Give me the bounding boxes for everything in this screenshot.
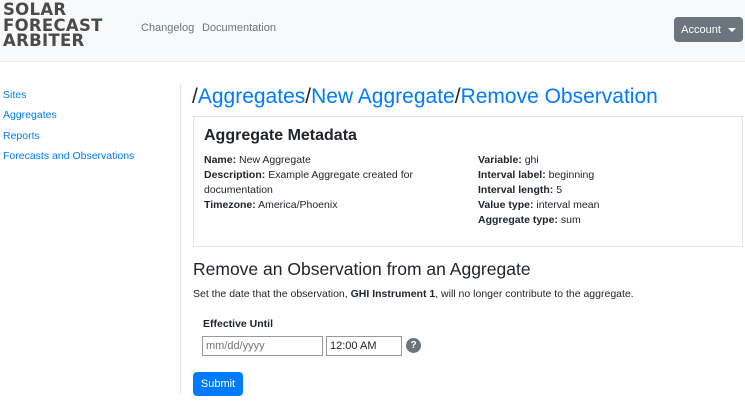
- metadata-value: interval mean: [536, 199, 600, 211]
- nav-link-changelog[interactable]: Changelog: [141, 22, 194, 34]
- account-dropdown-button[interactable]: Account: [674, 17, 743, 42]
- metadata-interval-length-row: Interval length: 5: [478, 183, 599, 198]
- metadata-value: sum: [560, 214, 581, 226]
- metadata-timezone-row: Timezone: America/Phoenix: [204, 198, 434, 213]
- description-text: , will no longer contribute to the aggre…: [435, 288, 634, 300]
- metadata-value: 5: [556, 184, 563, 196]
- breadcrumb-new-aggregate[interactable]: New Aggregate: [311, 85, 455, 108]
- metadata-title: Aggregate Metadata: [204, 127, 357, 144]
- metadata-value-type-row: Value type: interval mean: [478, 198, 599, 213]
- metadata-description-row: Description: Example Aggregate created f…: [204, 168, 434, 198]
- metadata-value: America/Phoenix: [258, 199, 338, 211]
- breadcrumb: /Aggregates/New Aggregate/Remove Observa…: [192, 85, 658, 109]
- effective-time-input[interactable]: [326, 336, 402, 356]
- metadata-label: Aggregate type:: [478, 214, 558, 226]
- metadata-value: beginning: [548, 169, 595, 181]
- caret-down-icon: [727, 28, 736, 32]
- metadata-label: Interval length:: [478, 184, 554, 196]
- metadata-label: Description:: [204, 169, 266, 181]
- metadata-label: Timezone:: [204, 199, 256, 211]
- brand-line-3: ARBITER: [3, 31, 85, 50]
- brand-logo[interactable]: SOLAR FORECAST ARBITER: [3, 2, 103, 49]
- metadata-value: New Aggregate: [239, 154, 311, 166]
- effective-date-input[interactable]: [202, 336, 323, 356]
- observation-name: GHI Instrument 1: [350, 288, 436, 300]
- metadata-value: ghi: [524, 154, 539, 166]
- account-label: Account: [681, 23, 721, 36]
- sidebar-item-sites[interactable]: Sites: [3, 89, 134, 109]
- metadata-name-row: Name: New Aggregate: [204, 153, 434, 168]
- description-text: Set the date that the observation,: [193, 288, 351, 300]
- sidebar-item-reports[interactable]: Reports: [3, 130, 134, 150]
- metadata-right-column: Variable: ghi Interval label: beginning …: [478, 153, 599, 228]
- metadata-label: Variable:: [478, 154, 522, 166]
- question-circle-icon[interactable]: ?: [406, 338, 421, 353]
- remove-observation-heading: Remove an Observation from an Aggregate: [193, 259, 531, 279]
- sidebar-item-aggregates[interactable]: Aggregates: [3, 109, 134, 129]
- metadata-interval-label-row: Interval label: beginning: [478, 168, 599, 183]
- metadata-left-column: Name: New Aggregate Description: Example…: [204, 153, 434, 213]
- breadcrumb-aggregates[interactable]: Aggregates: [198, 85, 305, 108]
- remove-observation-description: Set the date that the observation, GHI I…: [193, 288, 634, 300]
- breadcrumb-remove-observation[interactable]: Remove Observation: [461, 85, 658, 108]
- sidebar: Sites Aggregates Reports Forecasts and O…: [3, 89, 134, 170]
- top-navbar: SOLAR FORECAST ARBITER Changelog Documen…: [0, 0, 745, 62]
- submit-button[interactable]: Submit: [193, 372, 243, 396]
- metadata-aggregate-type-row: Aggregate type: sum: [478, 213, 599, 228]
- effective-until-label: Effective Until: [203, 318, 274, 330]
- sidebar-item-forecasts-observations[interactable]: Forecasts and Observations: [3, 150, 134, 170]
- metadata-label: Interval label:: [478, 169, 546, 181]
- nav-link-documentation[interactable]: Documentation: [202, 22, 276, 34]
- sidebar-divider: [180, 84, 181, 394]
- metadata-label: Value type:: [478, 199, 534, 211]
- metadata-label: Name:: [204, 154, 237, 166]
- aggregate-metadata-card: Aggregate Metadata Name: New Aggregate D…: [193, 116, 743, 247]
- metadata-variable-row: Variable: ghi: [478, 153, 599, 168]
